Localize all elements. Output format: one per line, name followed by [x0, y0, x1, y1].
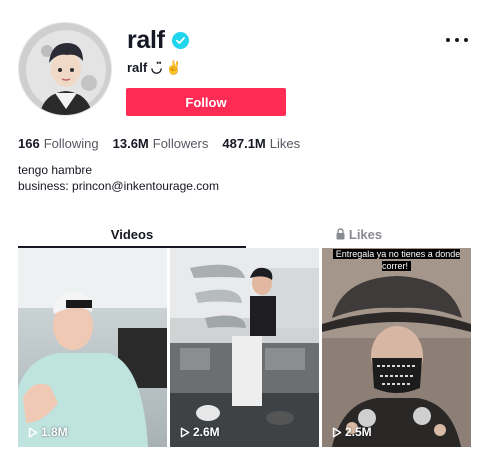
video-thumbnail-image: [322, 248, 471, 447]
play-outline-icon: [28, 427, 38, 437]
following-count: 166: [18, 136, 40, 151]
play-outline-icon: [332, 427, 342, 437]
video-views: 2.5M: [332, 425, 372, 439]
video-thumbnail[interactable]: Entregala ya no tienes a donde correr! 2…: [322, 248, 471, 447]
checkmark-badge-icon: [171, 32, 189, 49]
play-outline-icon: [180, 427, 190, 437]
video-views: 2.6M: [180, 425, 220, 439]
follow-button[interactable]: Follow: [126, 88, 286, 116]
followers-count: 13.6M: [112, 136, 149, 151]
video-caption-text: Entregala ya no tienes a donde correr!: [332, 249, 461, 271]
profile-stats: 166 Following 13.6M Followers 487.1M Likes: [18, 136, 300, 151]
tab-likes[interactable]: Likes: [246, 221, 471, 247]
likes-stat: 487.1M Likes: [222, 136, 300, 151]
video-thumbnail[interactable]: 2.6M: [170, 248, 319, 447]
video-views-count: 1.8M: [41, 425, 68, 439]
username: ralf: [127, 26, 165, 54]
lock-icon: [336, 228, 345, 240]
more-dots-icon[interactable]: [446, 30, 468, 50]
avatar[interactable]: [18, 22, 112, 116]
bio: tengo hambre business: princon@inkentour…: [18, 162, 219, 194]
video-thumbnail-image: [18, 248, 167, 447]
following-stat[interactable]: 166 Following: [18, 136, 99, 151]
tab-likes-label: Likes: [348, 226, 383, 242]
likes-count: 487.1M: [222, 136, 266, 151]
video-thumbnail[interactable]: 1.8M: [18, 248, 167, 447]
username-row: ralf: [127, 26, 189, 55]
avatar-image: [19, 23, 111, 115]
followers-stat[interactable]: 13.6M Followers: [113, 136, 209, 151]
followers-label: Followers: [152, 136, 209, 151]
video-views: 1.8M: [28, 425, 68, 439]
bio-line: tengo hambre: [18, 163, 93, 177]
video-views-count: 2.5M: [345, 425, 372, 439]
likes-label: Likes: [269, 136, 301, 151]
tab-videos[interactable]: Videos: [18, 221, 246, 247]
video-caption: Entregala ya no tienes a donde correr!: [322, 248, 471, 272]
video-thumbnail-image: [170, 248, 319, 447]
video-grid: 1.8M 2.6M Entregala ya no tienes a donde…: [18, 248, 471, 447]
nickname: ralf ◡̈ ✌: [127, 60, 182, 75]
bio-business-line: business: princon@inkentourage.com: [18, 179, 219, 193]
profile-tabs: Videos Likes: [18, 221, 471, 248]
following-label: Following: [43, 136, 99, 151]
video-views-count: 2.6M: [193, 425, 220, 439]
